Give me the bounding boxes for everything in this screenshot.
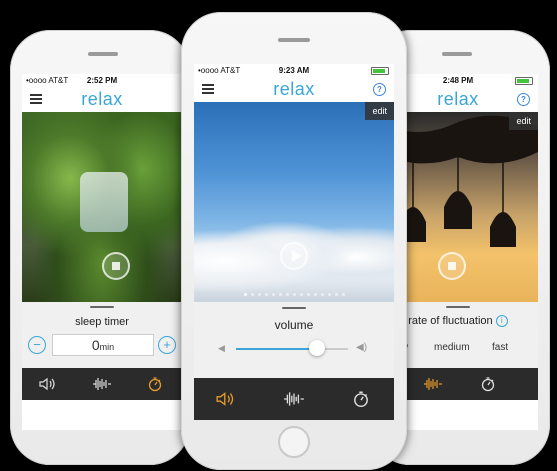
nav-bar: relax ? bbox=[194, 76, 394, 102]
volume-slider-fill bbox=[236, 348, 317, 350]
edit-button[interactable]: edit bbox=[365, 102, 394, 120]
timer-value-field[interactable]: 0min bbox=[52, 334, 154, 356]
tab-waveform[interactable] bbox=[75, 368, 128, 400]
panel-title: sleep timer bbox=[75, 316, 129, 328]
tab-waveform[interactable] bbox=[261, 378, 328, 420]
tab-sound[interactable] bbox=[194, 378, 261, 420]
volume-panel: volume ◀ ◀) bbox=[194, 302, 394, 378]
clock-label: 9:23 AM bbox=[278, 66, 310, 75]
panel-handle[interactable] bbox=[446, 306, 470, 308]
timer-value: 0 bbox=[91, 337, 100, 353]
phone-speaker bbox=[278, 38, 310, 42]
volume-slider-thumb[interactable] bbox=[308, 340, 325, 356]
stop-button[interactable] bbox=[438, 252, 466, 280]
option-fast[interactable]: fast bbox=[492, 342, 508, 353]
waveform-icon bbox=[92, 378, 111, 390]
status-bar: •oooo AT&T 9:23 AM bbox=[194, 64, 394, 76]
timer-plus-button[interactable]: + bbox=[158, 336, 176, 354]
timer-minus-button[interactable]: − bbox=[28, 336, 46, 354]
tab-bar bbox=[22, 368, 182, 400]
volume-low-icon: ◀ bbox=[218, 343, 225, 353]
panel-handle[interactable] bbox=[90, 306, 114, 308]
play-icon bbox=[292, 250, 302, 262]
home-button[interactable] bbox=[278, 426, 310, 458]
tab-bar bbox=[194, 378, 394, 420]
stopwatch-icon bbox=[353, 391, 368, 408]
help-icon[interactable]: ? bbox=[517, 93, 530, 106]
info-icon[interactable]: i bbox=[495, 315, 508, 328]
play-button[interactable] bbox=[280, 242, 308, 270]
panel-title: volume bbox=[274, 318, 314, 332]
battery-icon bbox=[371, 67, 389, 75]
phone-center-screen: •oooo AT&T 9:23 AM relax ? edit volume ◀ bbox=[194, 64, 394, 420]
tab-timer[interactable] bbox=[327, 378, 394, 420]
tab-waveform[interactable] bbox=[407, 368, 460, 400]
tab-timer[interactable] bbox=[461, 368, 514, 400]
phone-left: •oooo AT&T 2:52 PM relax sleep timer − 0… bbox=[10, 30, 190, 465]
stop-icon bbox=[112, 262, 120, 270]
page-indicator[interactable] bbox=[194, 293, 394, 296]
volume-slider[interactable] bbox=[236, 340, 348, 356]
phone-speaker bbox=[442, 52, 472, 56]
panel-title-text: rate of fluctuation bbox=[408, 315, 493, 327]
nav-bar: relax bbox=[22, 86, 182, 112]
timer-unit: min bbox=[99, 342, 115, 352]
status-bar: •oooo AT&T 2:52 PM bbox=[22, 74, 182, 86]
waveform-icon bbox=[424, 378, 443, 390]
stopwatch-icon bbox=[481, 377, 494, 392]
option-medium[interactable]: medium bbox=[434, 342, 470, 353]
waterfall-scene[interactable] bbox=[22, 112, 182, 302]
volume-high-icon: ◀) bbox=[356, 342, 368, 353]
app-logo: relax bbox=[273, 79, 315, 99]
phone-speaker bbox=[88, 52, 118, 56]
speaker-icon bbox=[39, 377, 55, 391]
stopwatch-icon bbox=[149, 377, 162, 392]
stop-icon bbox=[448, 262, 456, 270]
battery-icon bbox=[515, 77, 533, 85]
phone-center: •oooo AT&T 9:23 AM relax ? edit volume ◀ bbox=[181, 12, 407, 470]
speaker-icon bbox=[216, 392, 234, 406]
edit-button[interactable]: edit bbox=[509, 112, 538, 130]
clock-label: 2:52 PM bbox=[86, 76, 118, 85]
waveform-icon bbox=[284, 392, 304, 406]
phone-left-screen: •oooo AT&T 2:52 PM relax sleep timer − 0… bbox=[22, 74, 182, 430]
tab-timer[interactable] bbox=[129, 368, 182, 400]
tab-sound[interactable] bbox=[22, 368, 75, 400]
sky-scene[interactable]: edit bbox=[194, 102, 394, 302]
sleep-timer-panel: sleep timer − 0min + bbox=[22, 302, 182, 368]
panel-handle[interactable] bbox=[282, 307, 306, 309]
help-icon[interactable]: ? bbox=[373, 83, 386, 96]
app-logo: relax bbox=[81, 89, 123, 109]
waterfall-stream bbox=[80, 172, 128, 232]
stop-button[interactable] bbox=[102, 252, 130, 280]
